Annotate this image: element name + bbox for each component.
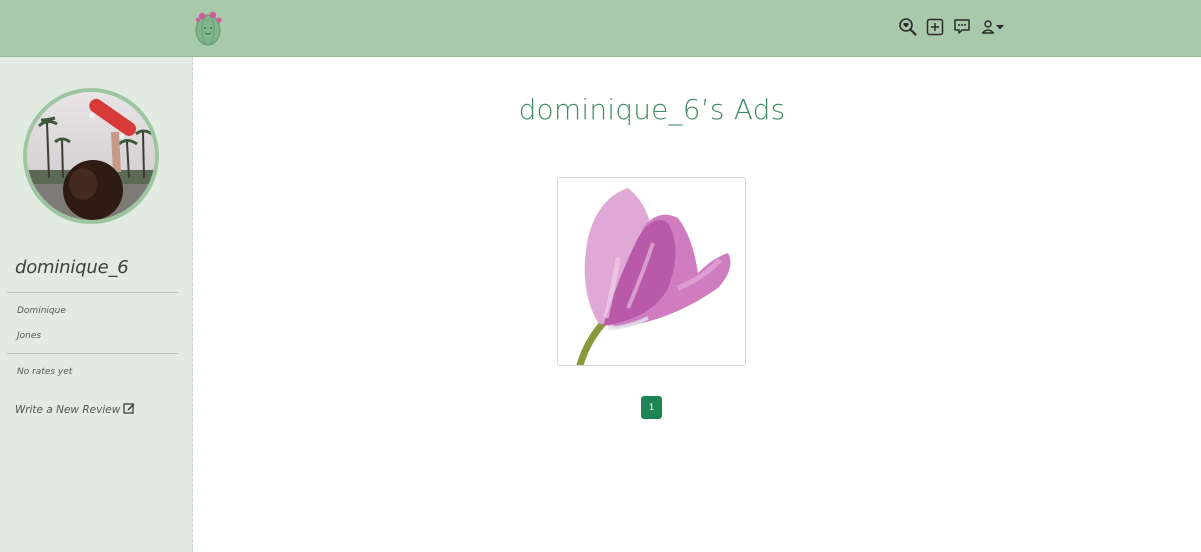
edit-icon — [123, 402, 135, 417]
write-review-label: Write a New Review — [15, 403, 121, 416]
profile-rating: No rates yet — [17, 367, 73, 377]
divider — [7, 353, 178, 354]
top-navbar — [0, 0, 1201, 57]
chat-icon[interactable] — [951, 16, 973, 38]
profile-first-name: Dominique — [17, 306, 66, 316]
profile-last-name: Jones — [17, 331, 42, 341]
write-review-link[interactable]: Write a New Review — [15, 402, 135, 417]
user-dropdown-icon[interactable] — [980, 16, 1006, 38]
avatar — [23, 88, 159, 224]
add-square-icon[interactable] — [924, 16, 946, 38]
profile-sidebar: dominique_6 Dominique Jones No rates yet… — [0, 57, 193, 552]
profile-username: dominique_6 — [15, 257, 129, 278]
page-title: dominique_6’s Ads — [518, 93, 786, 126]
pagination-page-1[interactable]: 1 — [641, 396, 662, 419]
tulip-image — [576, 188, 731, 365]
ad-card[interactable] — [557, 177, 746, 366]
divider — [7, 292, 178, 293]
cactus-logo-icon[interactable] — [191, 8, 225, 46]
search-heart-icon[interactable] — [897, 16, 919, 38]
